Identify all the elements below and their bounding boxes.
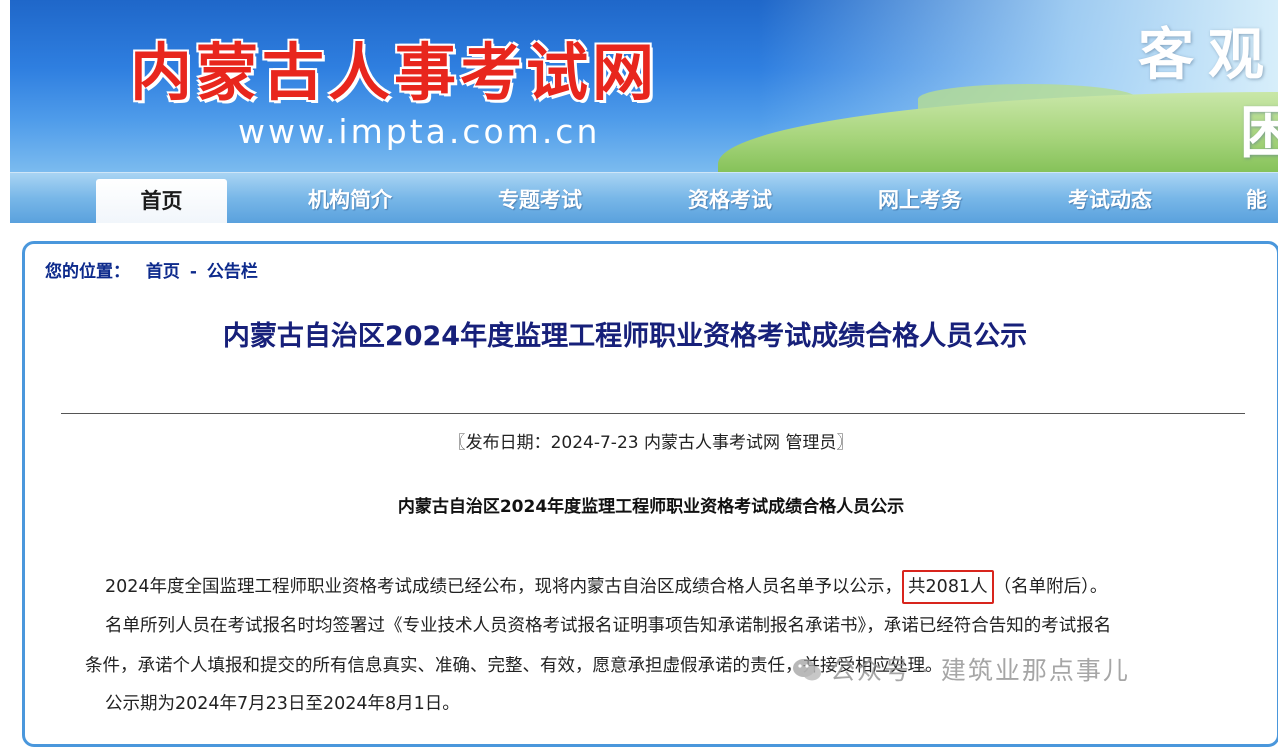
nav-item-special-exams[interactable]: 专题考试 bbox=[475, 173, 605, 223]
breadcrumb-current[interactable]: 公告栏 bbox=[207, 262, 258, 282]
paragraph-announcement-tail: （名单附后）。 bbox=[993, 577, 1108, 597]
main-nav: 首页 机构简介 专题考试 资格考试 网上考务 考试动态 能 bbox=[10, 172, 1278, 223]
title-divider bbox=[61, 413, 1245, 414]
banner-slogan-line2: 困 bbox=[1240, 100, 1278, 166]
watermark-text: 公众号 · 建筑业那点事儿 bbox=[830, 656, 1130, 685]
nav-item-qualification-exams[interactable]: 资格考试 bbox=[665, 173, 795, 223]
paragraph-commitment: 名单所列人员在考试报名时均签署过《专业技术人员资格考试报名证明事项告知承诺制报名… bbox=[105, 616, 1112, 636]
breadcrumb: 您的位置： 首页 - 公告栏 bbox=[45, 257, 258, 282]
site-banner: 内蒙古人事考试网 www.impta.com.cn 客观 困 bbox=[10, 0, 1278, 172]
breadcrumb-prefix: 您的位置： bbox=[45, 262, 130, 282]
article-title: 内蒙古自治区2024年度监理工程师职业资格考试成绩合格人员公示 bbox=[222, 321, 1028, 352]
article-subtitle: 内蒙古自治区2024年度监理工程师职业资格考试成绩合格人员公示 bbox=[397, 497, 905, 517]
nav-item-exam-news[interactable]: 考试动态 bbox=[1045, 173, 1175, 223]
wechat-watermark: 公众号 · 建筑业那点事儿 bbox=[792, 651, 1130, 687]
paragraph-period: 公示期为2024年7月23日至2024年8月1日。 bbox=[105, 694, 460, 714]
nav-item-home[interactable]: 首页 bbox=[96, 179, 227, 223]
site-url: www.impta.com.cn bbox=[238, 112, 601, 151]
nav-item-about[interactable]: 机构简介 bbox=[285, 173, 415, 223]
passed-count-highlight: 共2081人 bbox=[902, 570, 994, 604]
site-logo-title[interactable]: 内蒙古人事考试网 bbox=[130, 22, 658, 112]
nav-item-online-services[interactable]: 网上考务 bbox=[855, 173, 985, 223]
wechat-icon bbox=[792, 657, 822, 683]
breadcrumb-home-link[interactable]: 首页 bbox=[146, 262, 180, 282]
breadcrumb-separator: - bbox=[189, 262, 197, 282]
publish-meta: 〖发布日期：2024-7-23 内蒙古人事考试网 管理员〗 bbox=[448, 433, 854, 453]
nav-item-more[interactable]: 能 bbox=[1246, 173, 1278, 223]
paragraph-announcement: 2024年度全国监理工程师职业资格考试成绩已经公布，现将内蒙古自治区成绩合格人员… bbox=[105, 567, 1245, 607]
paragraph-announcement-text: 2024年度全国监理工程师职业资格考试成绩已经公布，现将内蒙古自治区成绩合格人员… bbox=[105, 577, 903, 597]
banner-slogan: 客观 bbox=[1138, 22, 1278, 88]
